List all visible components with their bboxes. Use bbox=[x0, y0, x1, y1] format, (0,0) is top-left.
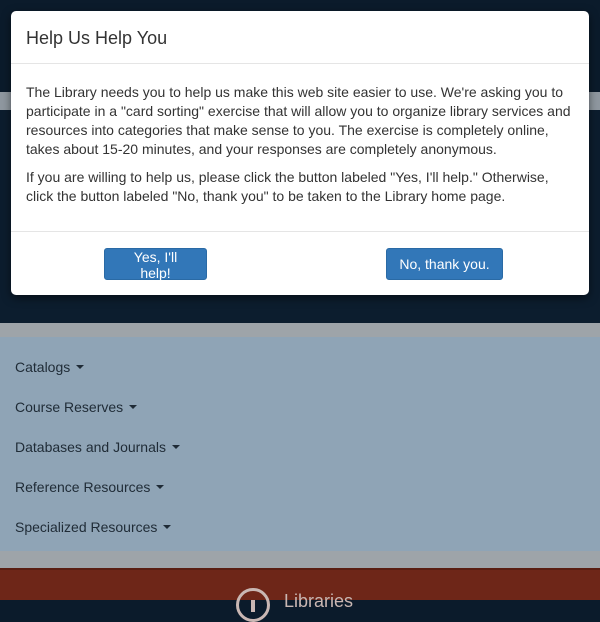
nav-item-label: Databases and Journals bbox=[15, 439, 166, 455]
modal-footer: Yes, I'll help! No, thank you. bbox=[11, 231, 589, 295]
power-icon bbox=[236, 588, 270, 622]
libraries-label: Libraries bbox=[284, 590, 354, 611]
no-thanks-button[interactable]: No, thank you. bbox=[386, 248, 503, 280]
nav-item-catalogs[interactable]: Catalogs bbox=[15, 359, 85, 375]
caret-down-icon bbox=[156, 485, 165, 489]
nav-item-specialized-resources[interactable]: Specialized Resources bbox=[15, 519, 172, 535]
modal-paragraph-instructions: If you are willing to help us, please cl… bbox=[26, 169, 549, 204]
main-nav: Catalogs Course Reserves Databases and J… bbox=[0, 337, 600, 551]
nav-item-label: Catalogs bbox=[15, 359, 71, 375]
caret-down-icon bbox=[172, 445, 180, 449]
nav-item-course-reserves[interactable]: Course Reserves bbox=[15, 399, 138, 415]
caret-down-icon bbox=[76, 365, 85, 369]
libraries-bar: Libraries bbox=[0, 568, 600, 622]
caret-down-icon bbox=[163, 525, 172, 529]
modal-paragraph-intro: The Library needs you to help us make th… bbox=[26, 84, 571, 157]
caret-down-icon bbox=[129, 405, 138, 409]
survey-modal: Help Us Help You The Library needs you t… bbox=[11, 11, 589, 295]
nav-item-label: Specialized Resources bbox=[15, 519, 158, 535]
yes-help-button[interactable]: Yes, I'll help! bbox=[104, 248, 207, 281]
modal-body: The Library needs you to help us make th… bbox=[11, 64, 589, 206]
nav-item-label: Course Reserves bbox=[15, 399, 124, 415]
nav-item-reference-resources[interactable]: Reference Resources bbox=[15, 479, 165, 495]
nav-item-databases-journals[interactable]: Databases and Journals bbox=[15, 439, 180, 455]
libraries-toggle[interactable]: Libraries bbox=[236, 580, 353, 622]
modal-header: Help Us Help You bbox=[11, 11, 589, 64]
nav-bottom-divider bbox=[0, 551, 600, 568]
nav-top-divider bbox=[0, 323, 600, 337]
modal-title: Help Us Help You bbox=[26, 28, 168, 48]
nav-item-label: Reference Resources bbox=[15, 479, 151, 495]
